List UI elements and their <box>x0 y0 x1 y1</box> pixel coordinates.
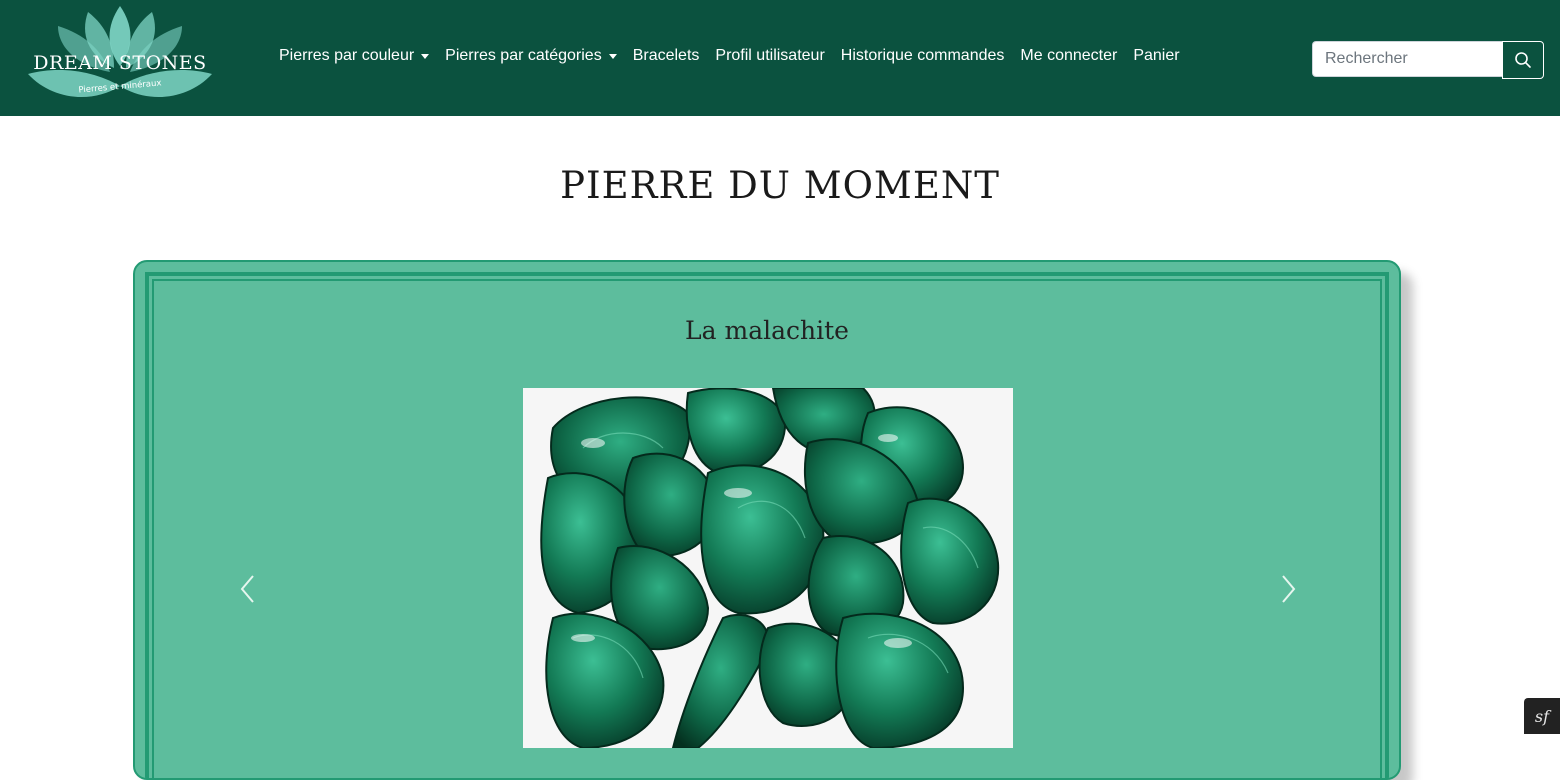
nav-item-label: Profil utilisateur <box>715 47 825 64</box>
page-title: PIERRE DU MOMENT <box>560 164 1000 207</box>
caret-down-icon <box>608 53 617 59</box>
main-nav: Pierres par couleur Pierres par catégori… <box>279 44 1196 68</box>
nav-item-historique-commandes[interactable]: Historique commandes <box>841 47 1005 65</box>
caret-down-icon <box>421 53 430 59</box>
malachite-stones-image[interactable] <box>523 387 1013 750</box>
nav-item-panier[interactable]: Panier <box>1133 47 1179 65</box>
brand-logo[interactable]: DREAM STONES Pierres et minéraux <box>22 4 218 108</box>
chevron-right-icon <box>1282 575 1296 603</box>
malachite-photo <box>523 387 1013 750</box>
nav-item-pierres-par-categories[interactable]: Pierres par catégories <box>445 47 617 65</box>
nav-item-label: Me connecter <box>1020 47 1118 64</box>
stone-name: La malachite <box>685 316 849 345</box>
nav-item-me-connecter[interactable]: Me connecter <box>1020 47 1117 65</box>
search-input[interactable] <box>1312 41 1502 77</box>
search-icon <box>1515 52 1531 68</box>
carousel-next-button[interactable] <box>1273 572 1303 606</box>
brand-name: DREAM STONES <box>33 52 207 74</box>
chevron-left-icon <box>240 575 254 603</box>
nav-item-label: Pierres par couleur <box>279 47 415 64</box>
nav-item-label: Pierres par catégories <box>445 47 602 64</box>
search-button[interactable] <box>1502 41 1544 79</box>
nav-item-bracelets[interactable]: Bracelets <box>633 47 700 65</box>
search-form <box>1312 41 1544 79</box>
stone-carousel: La malachite <box>133 260 1401 780</box>
nav-item-label: Panier <box>1133 47 1180 64</box>
symfony-icon: sf <box>1534 706 1550 726</box>
symfony-toolbar-toggle[interactable]: sf <box>1524 698 1560 734</box>
nav-item-label: Bracelets <box>632 47 700 64</box>
carousel-prev-button[interactable] <box>233 572 263 606</box>
navbar: DREAM STONES Pierres et minéraux Pierres… <box>0 0 1560 116</box>
nav-item-label: Historique commandes <box>840 47 1005 64</box>
nav-item-pierres-par-couleur[interactable]: Pierres par couleur <box>279 47 430 65</box>
nav-item-profil-utilisateur[interactable]: Profil utilisateur <box>715 47 824 65</box>
